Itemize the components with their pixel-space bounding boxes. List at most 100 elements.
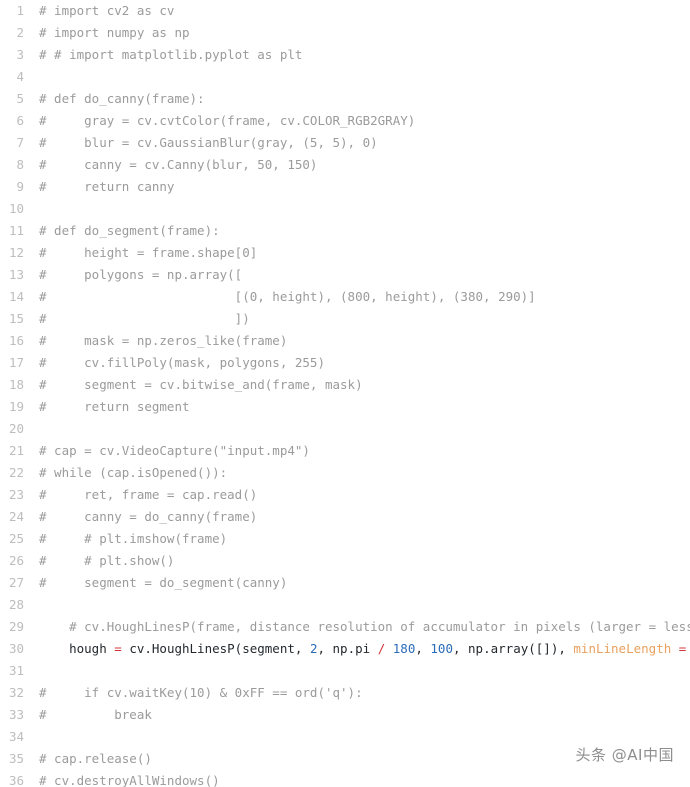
code-line[interactable]: 21 # cap = cv.VideoCapture("input.mp4") xyxy=(0,440,690,462)
line-number: 22 xyxy=(8,465,24,480)
code-line[interactable]: 11 # def do_segment(frame): xyxy=(0,220,690,242)
code-line[interactable]: 14 # [(0, height), (800, height), (380, 2… xyxy=(0,286,690,308)
code-line-content[interactable]: hough = cv.HoughLinesP(segment, 2, np.pi… xyxy=(39,638,690,660)
line-number: 5 xyxy=(16,91,24,106)
token-comment: # def do_segment(frame): xyxy=(39,223,220,238)
code-editor[interactable]: 1 # import cv2 as cv 2 # import numpy as np… xyxy=(0,0,690,787)
token-comment: # mask = np.zeros_like(frame) xyxy=(39,333,288,348)
code-line[interactable]: 36 # cv.destroyAllWindows() xyxy=(0,770,690,787)
code-line[interactable]: 19 # return segment xyxy=(0,396,690,418)
code-line-content[interactable]: # import cv2 as cv xyxy=(39,0,690,22)
token-comment: # cv.destroyAllWindows() xyxy=(39,773,220,787)
code-line-content[interactable]: # mask = np.zeros_like(frame) xyxy=(39,330,690,352)
code-line[interactable]: 15 # ]) xyxy=(0,308,690,330)
code-line-content[interactable]: # cv.destroyAllWindows() xyxy=(39,770,690,787)
code-line[interactable]: 8 # canny = cv.Canny(blur, 50, 150) xyxy=(0,154,690,176)
token-comment: # break xyxy=(39,707,152,722)
code-line-content[interactable]: # height = frame.shape[0] xyxy=(39,242,690,264)
token-comment: # # import matplotlib.pyplot as plt xyxy=(39,47,303,62)
code-line[interactable]: 3 # # import matplotlib.pyplot as plt xyxy=(0,44,690,66)
code-line[interactable]: 5 # def do_canny(frame): xyxy=(0,88,690,110)
code-line[interactable]: 24 # canny = do_canny(frame) xyxy=(0,506,690,528)
code-line[interactable]: 1 # import cv2 as cv xyxy=(0,0,690,22)
line-number: 18 xyxy=(8,377,24,392)
token-comment: # blur = cv.GaussianBlur(gray, (5, 5), 0… xyxy=(39,135,378,150)
line-number: 28 xyxy=(8,597,24,612)
code-line[interactable]: 28 xyxy=(0,594,690,616)
code-line-content[interactable]: # return canny xyxy=(39,176,690,198)
code-line-content[interactable]: # return segment xyxy=(39,396,690,418)
code-line[interactable]: 25 # # plt.imshow(frame) xyxy=(0,528,690,550)
code-line[interactable]: 27 # segment = do_segment(canny) xyxy=(0,572,690,594)
line-number: 34 xyxy=(8,729,24,744)
line-number: 11 xyxy=(8,223,24,238)
code-line[interactable]: 33 # break xyxy=(0,704,690,726)
code-line-content[interactable]: # ]) xyxy=(39,308,690,330)
code-line[interactable]: 30 hough = cv.HoughLinesP(segment, 2, np… xyxy=(0,638,690,660)
code-line[interactable]: 16 # mask = np.zeros_like(frame) xyxy=(0,330,690,352)
code-line-content[interactable]: # # plt.imshow(frame) xyxy=(39,528,690,550)
code-line-content[interactable]: # def do_canny(frame): xyxy=(39,88,690,110)
code-line-content[interactable]: # while (cap.isOpened()): xyxy=(39,462,690,484)
line-number: 15 xyxy=(8,311,24,326)
code-line-content[interactable]: # ret, frame = cap.read() xyxy=(39,484,690,506)
token-comment: # cap = cv.VideoCapture("input.mp4") xyxy=(39,443,310,458)
code-line-content[interactable]: # blur = cv.GaussianBlur(gray, (5, 5), 0… xyxy=(39,132,690,154)
code-line-content[interactable]: # import numpy as np xyxy=(39,22,690,44)
code-line-content[interactable]: # # import matplotlib.pyplot as plt xyxy=(39,44,690,66)
code-line[interactable]: 31 xyxy=(0,660,690,682)
line-number: 6 xyxy=(16,113,24,128)
code-line-content[interactable]: # cap = cv.VideoCapture("input.mp4") xyxy=(39,440,690,462)
code-line[interactable]: 22 # while (cap.isOpened()): xyxy=(0,462,690,484)
line-number: 30 xyxy=(8,641,24,656)
code-line-content[interactable]: # gray = cv.cvtColor(frame, cv.COLOR_RGB… xyxy=(39,110,690,132)
code-line-content[interactable]: # break xyxy=(39,704,690,726)
code-line[interactable]: 17 # cv.fillPoly(mask, polygons, 255) xyxy=(0,352,690,374)
token-comment: # import cv2 as cv xyxy=(39,3,175,18)
code-line-content[interactable]: # def do_segment(frame): xyxy=(39,220,690,242)
token-comment: # if cv.waitKey(10) & 0xFF == ord('q'): xyxy=(39,685,363,700)
code-line[interactable]: 32 # if cv.waitKey(10) & 0xFF == ord('q')… xyxy=(0,682,690,704)
token-comment: # segment = cv.bitwise_and(frame, mask) xyxy=(39,377,363,392)
code-line-content[interactable]: # cv.HoughLinesP(frame, distance resolut… xyxy=(39,616,690,638)
code-line[interactable]: 23 # ret, frame = cap.read() xyxy=(0,484,690,506)
code-line[interactable]: 13 # polygons = np.array([ xyxy=(0,264,690,286)
line-number: 13 xyxy=(8,267,24,282)
token-comment: # ]) xyxy=(39,311,250,326)
code-line[interactable]: 26 # # plt.show() xyxy=(0,550,690,572)
code-line[interactable]: 18 # segment = cv.bitwise_and(frame, mask… xyxy=(0,374,690,396)
token-comment: # def do_canny(frame): xyxy=(39,91,205,106)
code-line[interactable]: 10 xyxy=(0,198,690,220)
code-line[interactable]: 2 # import numpy as np xyxy=(0,22,690,44)
line-number: 19 xyxy=(8,399,24,414)
code-line-content[interactable]: # # plt.show() xyxy=(39,550,690,572)
line-number: 35 xyxy=(8,751,24,766)
token-comment: # gray = cv.cvtColor(frame, cv.COLOR_RGB… xyxy=(39,113,416,128)
token-plain: cv.HoughLinesP(segment, xyxy=(121,641,310,656)
code-line[interactable]: 20 xyxy=(0,418,690,440)
line-number: 33 xyxy=(8,707,24,722)
line-number: 7 xyxy=(16,135,24,150)
token-comment: # # plt.imshow(frame) xyxy=(39,531,228,546)
code-line-content[interactable]: # cv.fillPoly(mask, polygons, 255) xyxy=(39,352,690,374)
code-line-content[interactable]: # [(0, height), (800, height), (380, 290… xyxy=(39,286,690,308)
code-line-content[interactable]: # if cv.waitKey(10) & 0xFF == ord('q'): xyxy=(39,682,690,704)
code-line-content[interactable]: # segment = do_segment(canny) xyxy=(39,572,690,594)
code-line[interactable]: 29 # cv.HoughLinesP(frame, distance reso… xyxy=(0,616,690,638)
watermark: 头条 @AI中国 xyxy=(575,746,674,764)
token-comment: # polygons = np.array([ xyxy=(39,267,243,282)
code-line[interactable]: 6 # gray = cv.cvtColor(frame, cv.COLOR_RG… xyxy=(0,110,690,132)
code-line-content[interactable]: # segment = cv.bitwise_and(frame, mask) xyxy=(39,374,690,396)
code-line-content[interactable]: # polygons = np.array([ xyxy=(39,264,690,286)
code-line[interactable]: 4 xyxy=(0,66,690,88)
code-line-content[interactable]: # canny = do_canny(frame) xyxy=(39,506,690,528)
line-number: 1 xyxy=(16,3,24,18)
code-line[interactable]: 12 # height = frame.shape[0] xyxy=(0,242,690,264)
line-number: 36 xyxy=(8,773,24,787)
code-line[interactable]: 9 # return canny xyxy=(0,176,690,198)
code-line[interactable]: 7 # blur = cv.GaussianBlur(gray, (5, 5), … xyxy=(0,132,690,154)
code-line-content[interactable]: # canny = cv.Canny(blur, 50, 150) xyxy=(39,154,690,176)
line-number: 8 xyxy=(16,157,24,172)
